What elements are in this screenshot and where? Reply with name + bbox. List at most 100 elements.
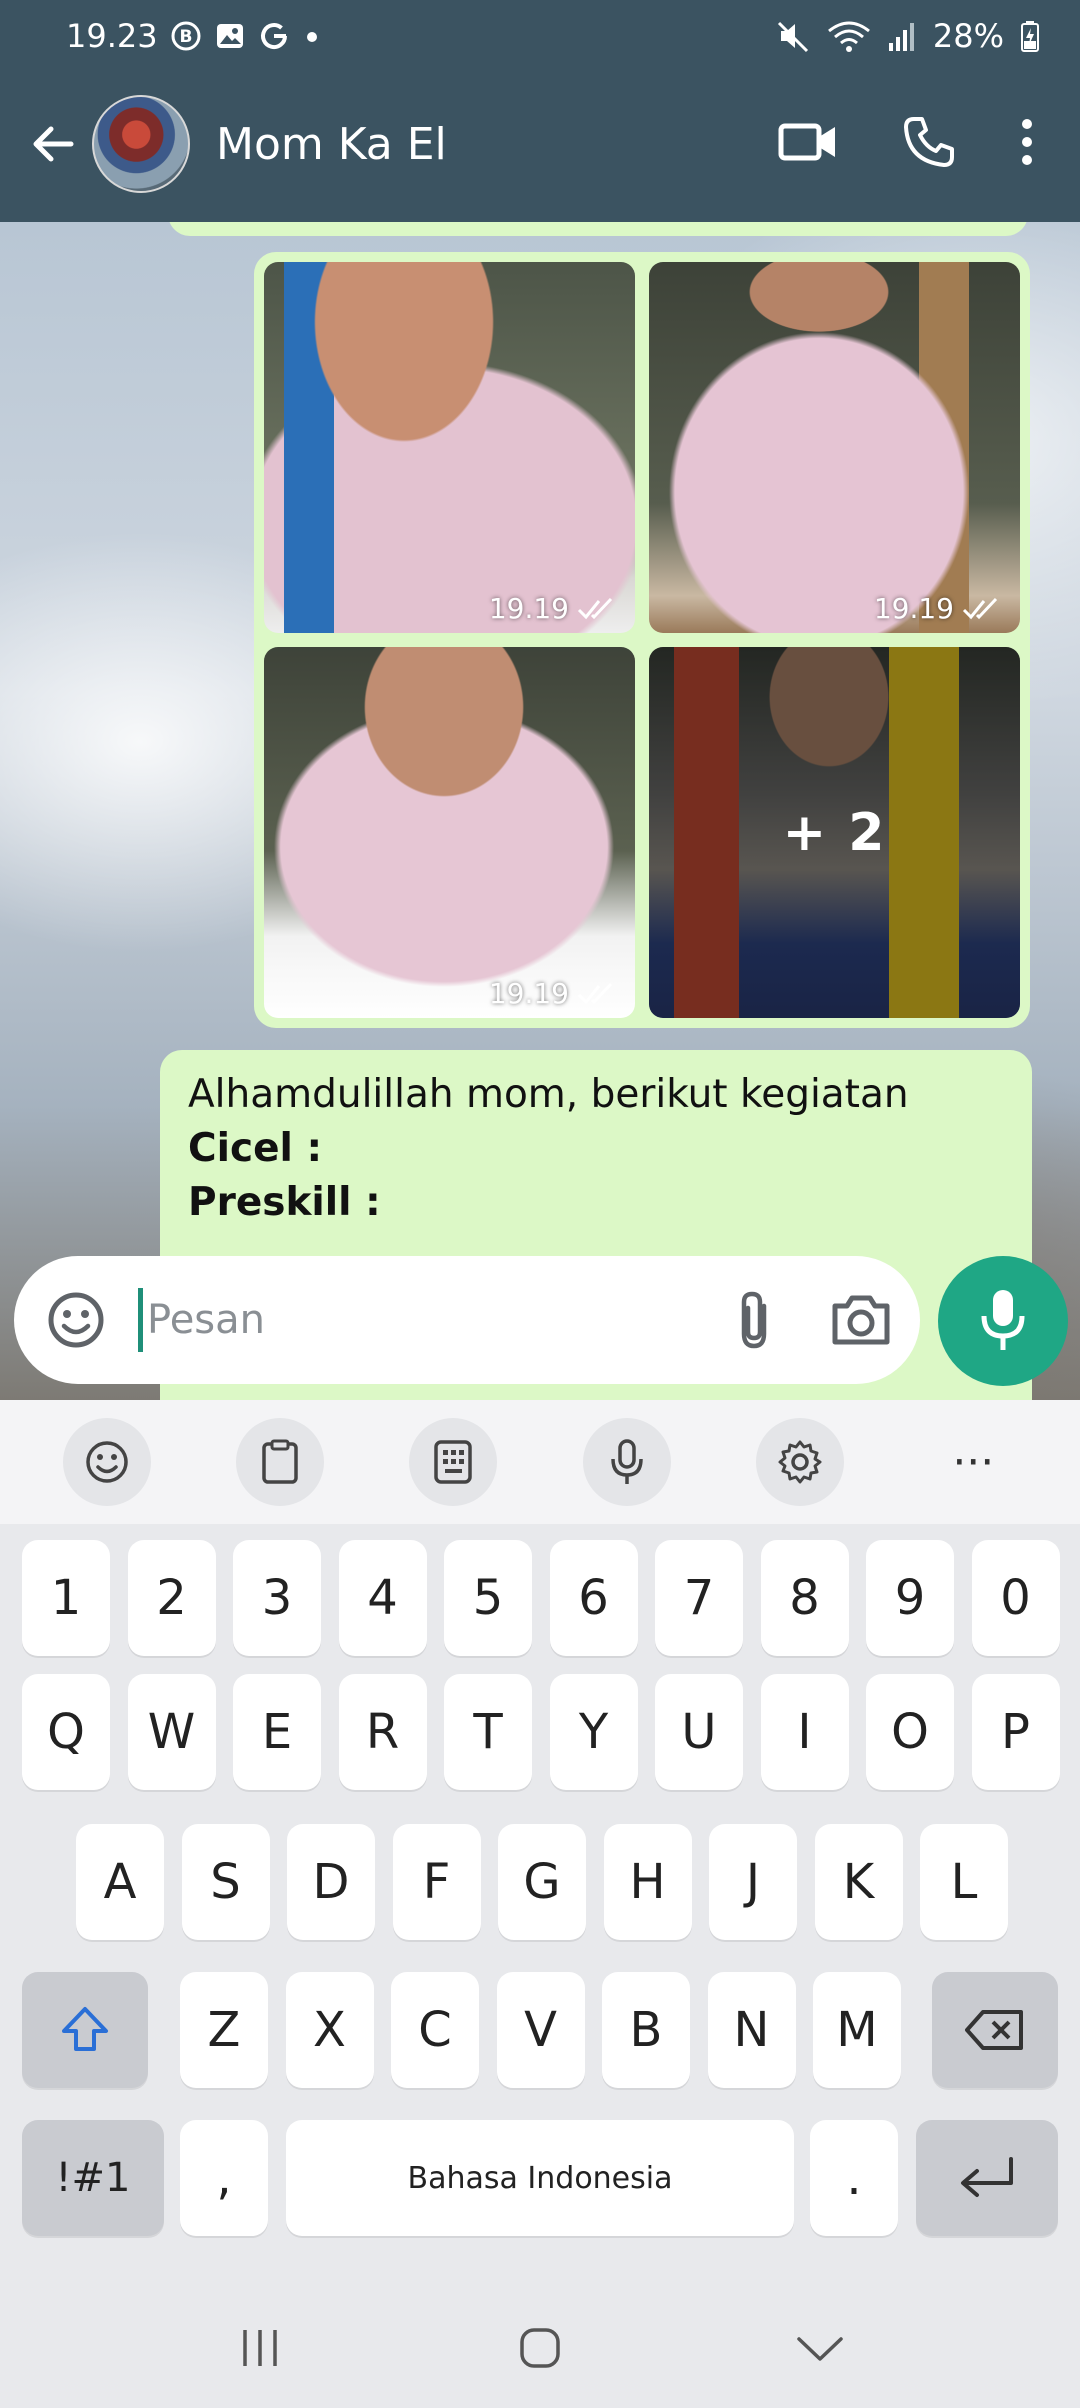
battery-percent: 28% [932, 17, 1004, 55]
photo-thumbnail[interactable]: 19.19 [264, 262, 635, 633]
avatar[interactable] [92, 95, 190, 193]
letter-row-2: ASDFGHJKL [0, 1824, 1080, 1940]
recent-apps-icon[interactable] [210, 2308, 310, 2388]
bottom-row: !#1 , Bahasa Indonesia . [0, 2120, 1080, 2236]
wifi-icon [827, 19, 871, 53]
photo-thumbnail-more[interactable]: + 2 [649, 647, 1020, 1018]
period-key[interactable]: . [810, 2120, 898, 2236]
key-x[interactable]: X [285, 1972, 374, 2088]
double-check-icon [962, 597, 998, 619]
attach-icon[interactable] [722, 1288, 786, 1352]
emoji-icon[interactable] [62, 1418, 151, 1506]
settings-icon[interactable] [755, 1418, 844, 1506]
number-row: 1234567890 [0, 1540, 1080, 1656]
keyboard-toolbar: ··· [0, 1400, 1080, 1524]
status-bar: 19.23 B 28% [66, 14, 1040, 58]
video-call-icon[interactable] [778, 119, 838, 169]
key-k[interactable]: K [814, 1824, 903, 1940]
key-3[interactable]: 3 [233, 1540, 321, 1656]
mic-icon[interactable] [938, 1256, 1068, 1386]
key-b[interactable]: B [602, 1972, 690, 2088]
svg-text:B: B [179, 27, 192, 47]
key-7[interactable]: 7 [655, 1540, 743, 1656]
b-icon: B [170, 20, 202, 52]
key-g[interactable]: G [498, 1824, 586, 1940]
key-u[interactable]: U [655, 1674, 743, 1790]
key-v[interactable]: V [496, 1972, 585, 2088]
keypad-icon[interactable] [409, 1418, 498, 1506]
key-p[interactable]: P [971, 1674, 1060, 1790]
enter-key[interactable] [916, 2120, 1058, 2236]
previous-message-bubble[interactable] [168, 222, 1028, 236]
system-navbar [0, 2288, 1080, 2408]
key-r[interactable]: R [338, 1674, 427, 1790]
message-input-pill[interactable] [14, 1256, 920, 1384]
space-key[interactable]: Bahasa Indonesia [286, 2120, 794, 2236]
key-e[interactable]: E [233, 1674, 321, 1790]
contact-name[interactable]: Mom Ka El [216, 119, 447, 170]
comma-key[interactable]: , [180, 2120, 268, 2236]
key-f[interactable]: F [392, 1824, 481, 1940]
key-y[interactable]: Y [549, 1674, 638, 1790]
photo-thumbnail[interactable]: 19.19 [264, 647, 635, 1018]
clipboard-icon[interactable] [235, 1418, 324, 1506]
backspace-icon [965, 2010, 1023, 2050]
voice-icon[interactable] [582, 1418, 671, 1506]
top-bar: 19.23 B 28% Mom Ka El [0, 0, 1080, 222]
key-m[interactable]: M [813, 1972, 901, 2088]
composer [0, 1244, 1080, 1400]
home-icon[interactable] [490, 2308, 590, 2388]
signal-icon [887, 19, 917, 53]
battery-charging-icon [1020, 19, 1040, 53]
camera-icon[interactable] [826, 1288, 896, 1352]
more-icon[interactable]: ··· [929, 1418, 1017, 1506]
key-t[interactable]: T [444, 1674, 532, 1790]
key-s[interactable]: S [181, 1824, 270, 1940]
key-j[interactable]: J [709, 1824, 797, 1940]
key-4[interactable]: 4 [338, 1540, 427, 1656]
back-chevron-icon[interactable] [770, 2308, 870, 2388]
message-time: 19.19 [488, 592, 569, 625]
key-a[interactable]: A [76, 1824, 164, 1940]
key-l[interactable]: L [920, 1824, 1008, 1940]
message-line: Cicel : [188, 1126, 323, 1171]
more-vert-icon[interactable] [1020, 117, 1034, 171]
key-q[interactable]: Q [22, 1674, 110, 1790]
key-h[interactable]: H [603, 1824, 692, 1940]
key-z[interactable]: Z [180, 1972, 268, 2088]
mute-icon [775, 19, 811, 53]
key-d[interactable]: D [287, 1824, 375, 1940]
message-time: 19.19 [488, 977, 569, 1010]
key-9[interactable]: 9 [866, 1540, 954, 1656]
image-icon [214, 20, 246, 52]
shift-key[interactable] [22, 1972, 148, 2088]
key-5[interactable]: 5 [444, 1540, 532, 1656]
key-i[interactable]: I [760, 1674, 849, 1790]
key-6[interactable]: 6 [549, 1540, 638, 1656]
message-input[interactable] [143, 1297, 663, 1343]
key-2[interactable]: 2 [127, 1540, 216, 1656]
key-w[interactable]: W [127, 1674, 216, 1790]
key-n[interactable]: N [707, 1972, 796, 2088]
key-1[interactable]: 1 [22, 1540, 110, 1656]
letter-row-1: QWERTYUIOP [0, 1674, 1080, 1790]
chat-area[interactable]: 19.19 19.19 19.19 + 2 Alhamdulillah mom,… [0, 222, 1080, 1400]
message-line: Preskill : [188, 1180, 381, 1225]
back-arrow-icon[interactable] [18, 109, 88, 179]
key-0[interactable]: 0 [971, 1540, 1060, 1656]
chat-header: Mom Ka El [0, 88, 1080, 200]
photo-thumbnail[interactable]: 19.19 [649, 262, 1020, 633]
enter-icon [961, 2157, 1013, 2197]
phone-icon[interactable] [902, 115, 956, 173]
symbols-key[interactable]: !#1 [22, 2120, 164, 2236]
keyboard: ··· 1234567890 QWERTYUIOP ASDFGHJKL ZXCV… [0, 1400, 1080, 2408]
media-message-bubble[interactable]: 19.19 19.19 19.19 + 2 [254, 252, 1030, 1028]
letter-row-3: ZXCVBNM [0, 1972, 1080, 2088]
backspace-key[interactable] [932, 1972, 1058, 2088]
key-8[interactable]: 8 [760, 1540, 849, 1656]
emoji-icon[interactable] [44, 1288, 108, 1352]
key-c[interactable]: C [391, 1972, 479, 2088]
message-time: 19.19 [873, 592, 954, 625]
key-o[interactable]: O [866, 1674, 954, 1790]
shift-icon [62, 2007, 108, 2051]
